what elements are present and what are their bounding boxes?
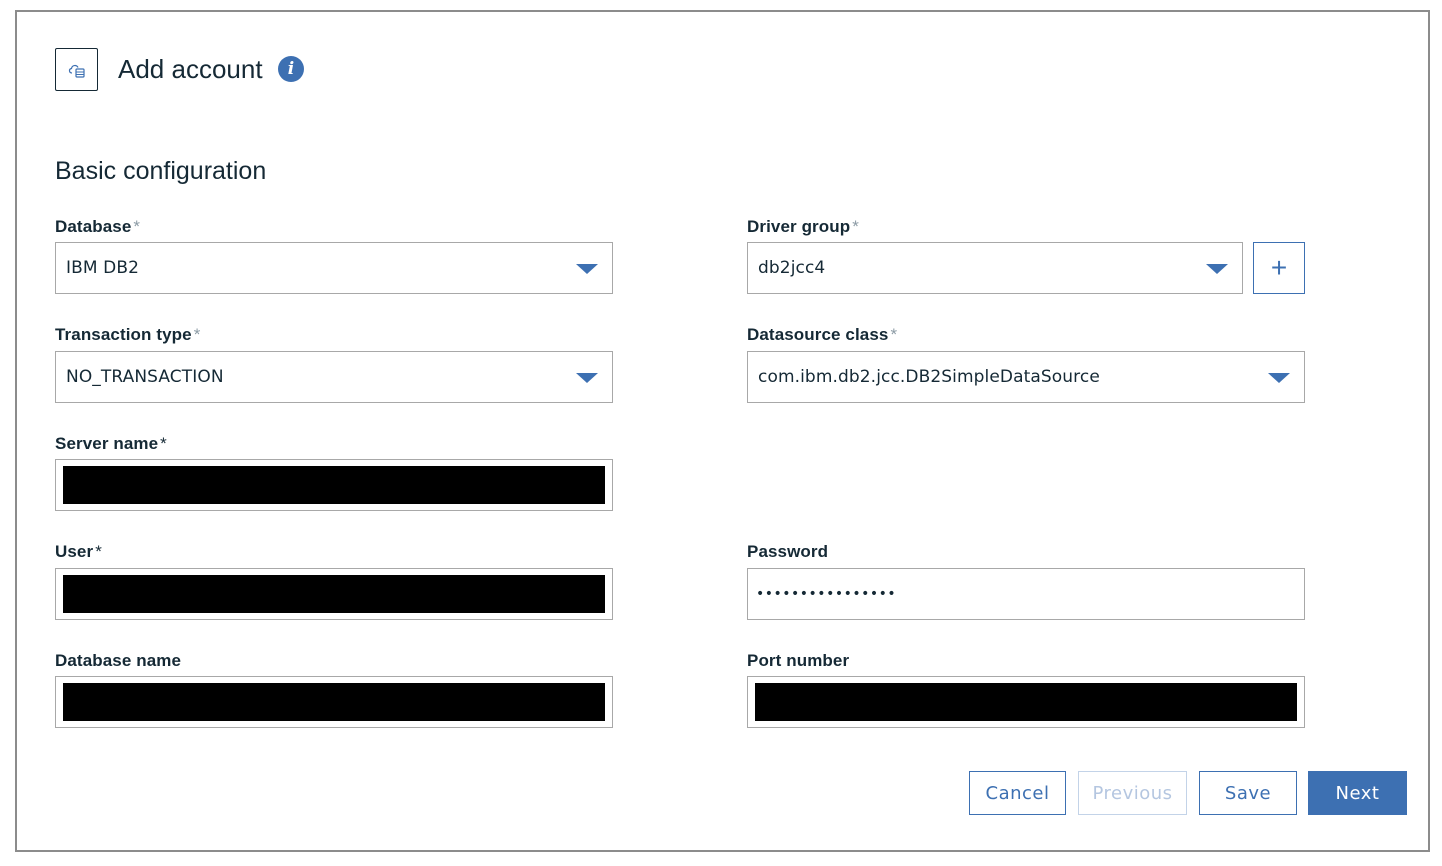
cloud-database-icon — [55, 48, 98, 91]
driver-group-label-text: Driver group — [747, 217, 851, 236]
database-name-label-text: Database name — [55, 651, 182, 670]
password-input[interactable]: •••••••••••••••• — [747, 568, 1305, 620]
datasource-class-label-text: Datasource class — [747, 325, 889, 344]
save-button[interactable]: Save — [1199, 771, 1297, 815]
previous-button[interactable]: Previous — [1078, 771, 1187, 815]
required-marker: * — [852, 217, 859, 236]
chevron-down-icon — [1206, 264, 1228, 274]
user-label-text: User — [55, 542, 94, 561]
driver-group-label: Driver group * — [747, 216, 859, 238]
database-label: Database * — [55, 216, 140, 238]
cancel-button[interactable]: Cancel — [969, 771, 1066, 815]
driver-group-select[interactable]: db2jcc4 — [747, 242, 1243, 294]
transaction-type-select[interactable]: NO_TRANSACTION — [55, 351, 613, 403]
port-number-label: Port number — [747, 650, 849, 672]
datasource-class-select[interactable]: com.ibm.db2.jcc.DB2SimpleDataSource — [747, 351, 1305, 403]
user-label: User * — [55, 541, 102, 563]
server-name-input[interactable] — [55, 459, 613, 511]
plus-icon: + — [1270, 252, 1288, 283]
datasource-class-label: Datasource class * — [747, 324, 897, 346]
chevron-down-icon — [576, 373, 598, 383]
add-account-dialog: Add account i Basic configuration Databa… — [15, 10, 1430, 852]
chevron-down-icon — [1268, 373, 1290, 383]
database-name-label: Database name — [55, 650, 181, 672]
transaction-type-label-text: Transaction type — [55, 325, 192, 344]
database-select[interactable]: IBM DB2 — [55, 242, 613, 294]
server-name-label-text: Server name — [55, 434, 159, 453]
required-marker: * — [160, 434, 167, 453]
transaction-type-label: Transaction type * — [55, 324, 200, 346]
required-marker: * — [890, 325, 898, 344]
redacted-value — [63, 575, 605, 613]
add-driver-group-button[interactable]: + — [1253, 242, 1305, 294]
server-name-label: Server name * — [55, 433, 167, 455]
password-label: Password — [747, 541, 828, 563]
info-icon[interactable]: i — [278, 56, 304, 82]
transaction-type-value: NO_TRANSACTION — [66, 367, 224, 387]
chevron-down-icon — [576, 264, 598, 274]
required-marker: * — [193, 325, 201, 344]
port-number-input[interactable] — [747, 676, 1305, 728]
datasource-class-value: com.ibm.db2.jcc.DB2SimpleDataSource — [758, 367, 1100, 387]
database-value: IBM DB2 — [66, 258, 140, 278]
user-input[interactable] — [55, 568, 613, 620]
redacted-value — [63, 466, 605, 504]
database-label-text: Database — [55, 217, 132, 236]
page-title: Add account — [118, 54, 263, 84]
driver-group-value: db2jcc4 — [758, 258, 826, 278]
database-name-input[interactable] — [55, 676, 613, 728]
next-button[interactable]: Next — [1308, 771, 1407, 815]
port-number-label-text: Port number — [747, 651, 850, 670]
section-title: Basic configuration — [55, 157, 267, 185]
password-value: •••••••••••••••• — [756, 586, 897, 602]
password-label-text: Password — [747, 542, 829, 561]
required-marker: * — [95, 542, 102, 561]
redacted-value — [63, 683, 605, 721]
required-marker: * — [133, 217, 141, 236]
redacted-value — [755, 683, 1297, 721]
